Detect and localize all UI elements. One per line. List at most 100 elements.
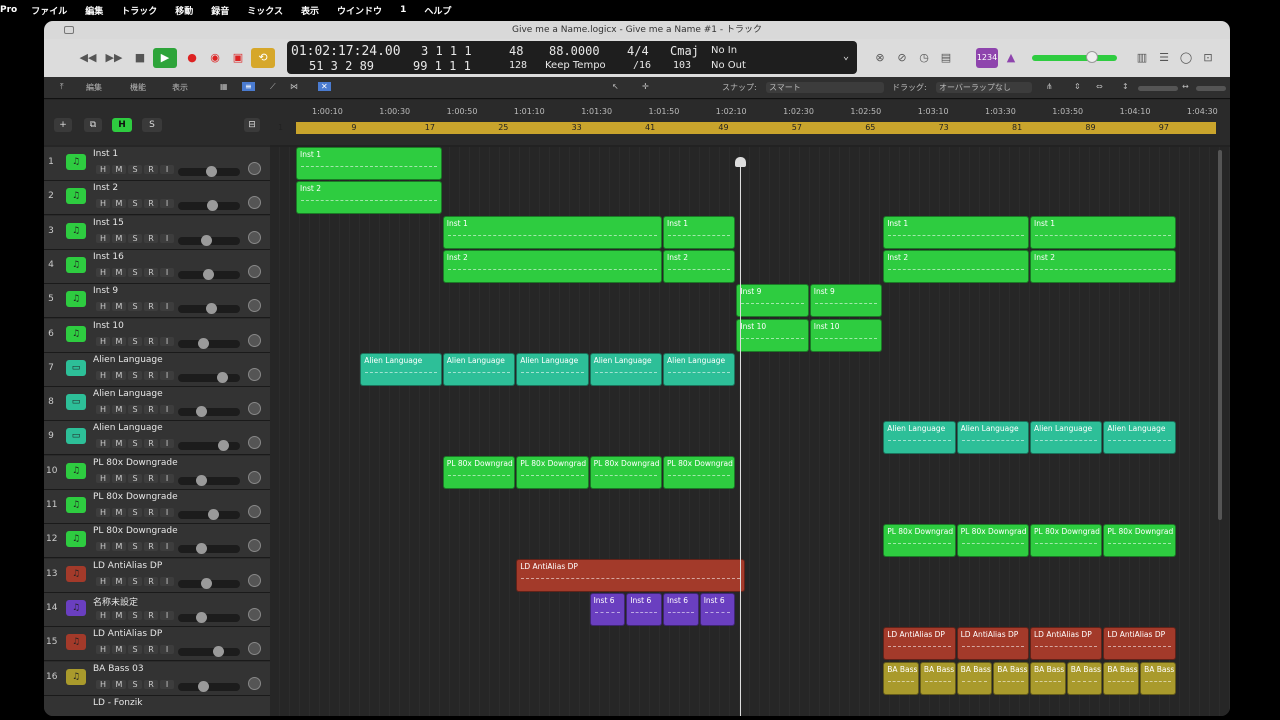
instrument-icon[interactable]: ▭ [66, 359, 86, 376]
instrument-icon[interactable]: ♫ [66, 188, 86, 205]
region[interactable]: Alien Language [1030, 421, 1103, 455]
volume-fader[interactable] [178, 509, 240, 520]
snap-dropdown[interactable]: スマート [766, 82, 884, 93]
hide-track-button[interactable]: H [96, 508, 110, 517]
track-name[interactable]: 名称未設定 [93, 595, 138, 608]
menu-edit[interactable]: 編集 [85, 4, 103, 17]
input-monitor-button[interactable]: I [160, 439, 174, 449]
add-track-button[interactable]: + [54, 118, 72, 132]
region[interactable]: PL 80x Downgrad [1103, 524, 1176, 558]
volume-fader[interactable] [178, 680, 240, 692]
region[interactable]: LD AntiAlias DP [1103, 627, 1176, 661]
tuner-icon[interactable]: ⊘ [894, 48, 910, 68]
input-monitor-button[interactable]: I [160, 473, 174, 483]
track-header[interactable]: 10 ♫ PL 80x Downgrade HMSRI [44, 455, 270, 490]
track-name[interactable]: Inst 10 [93, 321, 124, 331]
track-header[interactable]: 7 ▭ Alien Language HMSRI [44, 352, 270, 387]
volume-fader[interactable] [178, 371, 240, 383]
mute-button[interactable]: M [112, 508, 126, 517]
mute-button[interactable]: M [112, 302, 126, 312]
record-enable-button[interactable]: R [144, 576, 158, 586]
hide-track-button[interactable]: H [96, 645, 110, 655]
menu-record[interactable]: 録音 [211, 4, 229, 17]
region[interactable]: Inst 1 [1030, 215, 1176, 249]
track-header[interactable]: 5 ♫ Inst 9 HMSRI [44, 284, 270, 319]
menu-mix[interactable]: ミックス [247, 4, 283, 17]
region[interactable]: Alien Language [663, 352, 736, 386]
track-header[interactable]: 8 ▭ Alien Language HMSRI [44, 387, 270, 422]
solo-track-button[interactable]: S [128, 542, 142, 552]
volume-fader[interactable] [178, 337, 240, 349]
pan-knob[interactable] [248, 573, 261, 587]
capture-record-icon[interactable]: ◉ [208, 48, 222, 68]
volume-fader[interactable] [178, 268, 240, 280]
track-header[interactable]: 11 ♫ PL 80x Downgrade HMSRI [44, 490, 270, 524]
solo-track-button[interactable]: S [128, 233, 142, 243]
region[interactable]: Alien Language [589, 352, 662, 386]
region[interactable]: PL 80x Downgrad [589, 455, 662, 489]
duplicate-track-icon[interactable]: ⧉ [84, 118, 102, 132]
solo-track-button[interactable]: S [128, 473, 142, 483]
vertical-zoom-icon[interactable]: ↕ [1122, 82, 1129, 91]
count-in-icon[interactable]: ▤ [938, 48, 954, 68]
solo-track-button[interactable]: S [128, 199, 142, 209]
menu-help[interactable]: ヘルプ [424, 4, 451, 17]
record-enable-button[interactable]: R [144, 267, 158, 277]
editor-icon[interactable]: ▥ [1134, 48, 1150, 68]
rewind-icon[interactable]: ◀◀ [78, 48, 98, 68]
record-icon[interactable]: ● [185, 48, 199, 68]
horizontal-zoom-slider[interactable] [1196, 86, 1226, 91]
solo-track-button[interactable]: S [128, 679, 142, 689]
region[interactable]: BA Bass [919, 661, 956, 695]
solo-track-button[interactable]: S [128, 267, 142, 277]
master-volume-slider[interactable] [1032, 48, 1117, 68]
pan-knob[interactable] [248, 676, 261, 690]
instrument-icon[interactable]: ♫ [66, 668, 86, 685]
waveform-zoom-icon[interactable]: ⋔ [1046, 82, 1053, 91]
hide-track-button[interactable]: H [96, 576, 110, 586]
region[interactable]: Inst 2 [1030, 249, 1176, 283]
region[interactable]: PL 80x Downgrad [1030, 524, 1103, 558]
back-icon[interactable]: ⤒ [60, 82, 64, 92]
region[interactable]: Inst 1 [442, 215, 662, 249]
input-monitor-button[interactable]: I [160, 405, 174, 415]
track-header[interactable]: 12 ♫ PL 80x Downgrade HMSRI [44, 524, 270, 559]
hide-track-button[interactable]: H [96, 610, 110, 620]
menu-window[interactable]: ウインドウ [337, 4, 382, 17]
pointer-tool-icon[interactable]: ↖ [612, 82, 619, 91]
hide-track-button[interactable]: H [96, 165, 110, 174]
volume-fader[interactable] [178, 440, 240, 452]
view-menu[interactable]: 表示 [172, 82, 188, 93]
instrument-icon[interactable]: ♫ [66, 531, 86, 548]
record-enable-button[interactable]: R [144, 233, 158, 243]
function-menu[interactable]: 機能 [130, 82, 146, 93]
drag-dropdown[interactable]: オーバーラップなし [936, 82, 1032, 93]
track-header[interactable]: 9 ▭ Alien Language HMSRI [44, 421, 270, 456]
region[interactable]: Alien Language [956, 421, 1029, 455]
fader-knob[interactable] [213, 646, 224, 658]
pan-knob[interactable] [248, 607, 261, 621]
ruler[interactable]: 1:00:10 1:00:30 1:00:50 1:01:10 1:01:30 1:01:… [270, 100, 1230, 145]
volume-fader[interactable] [178, 406, 240, 418]
fader-knob[interactable] [201, 577, 212, 589]
mute-button[interactable]: M [112, 473, 126, 483]
stop-icon[interactable]: ■ [132, 48, 148, 68]
region[interactable]: Inst 9 [809, 284, 883, 318]
region[interactable]: Inst 10 [736, 318, 809, 352]
hide-track-button[interactable]: H [96, 233, 110, 243]
hide-track-button[interactable]: H [96, 370, 110, 380]
region[interactable]: Inst 1 [663, 215, 736, 249]
record-enable-button[interactable]: R [144, 405, 158, 415]
mute-button[interactable]: M [112, 645, 126, 655]
grid-view-icon[interactable]: ▦ [220, 82, 228, 91]
input-monitor-button[interactable]: I [160, 267, 174, 277]
global-tracks-icon[interactable]: ⊟ [244, 118, 260, 132]
track-name[interactable]: LD AntiAlias DP [93, 629, 162, 639]
hide-track-button[interactable]: H [96, 302, 110, 312]
track-header[interactable]: 1 ♫ Inst 1 HMSRI [44, 147, 270, 181]
vertical-zoom-slider[interactable] [1138, 86, 1178, 91]
track-header[interactable]: 16 ♫ BA Bass 03 HMSRI [44, 661, 270, 696]
fader-knob[interactable] [206, 166, 217, 177]
record-enable-button[interactable]: R [144, 336, 158, 346]
metronome-click-icon[interactable]: ▲ [1003, 48, 1019, 68]
